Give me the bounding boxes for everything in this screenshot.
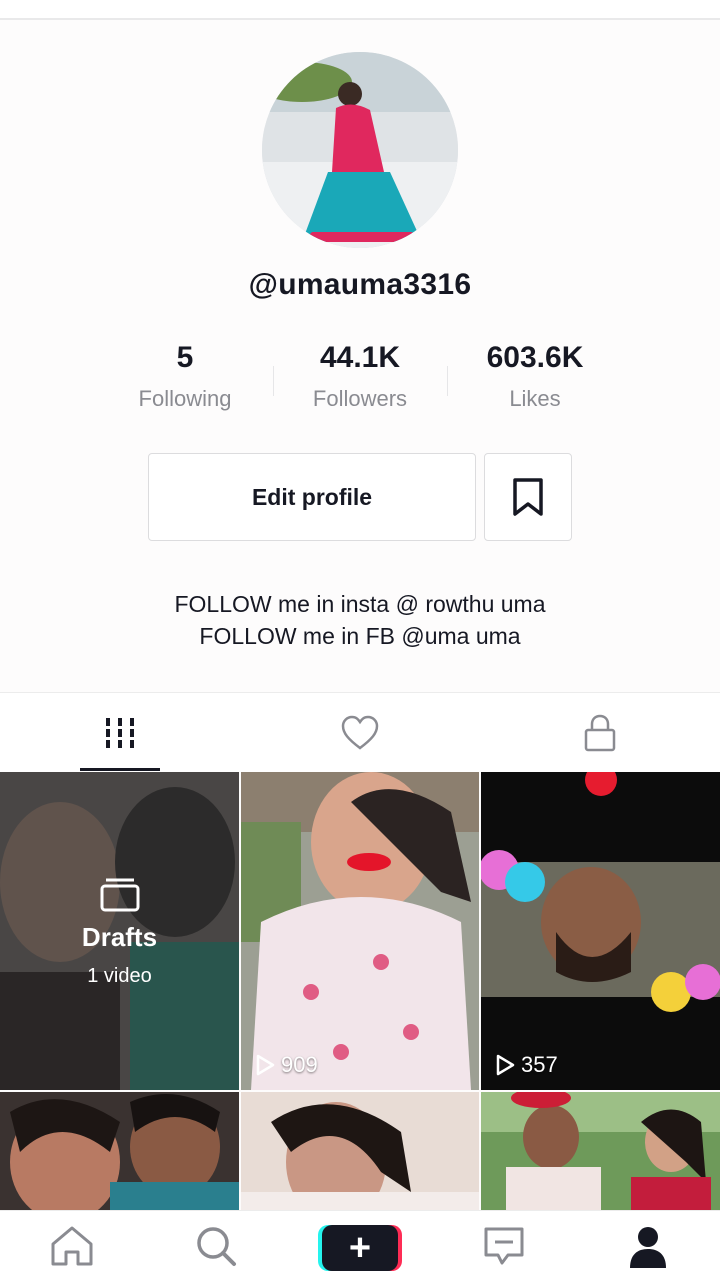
tab-private[interactable] — [480, 693, 720, 773]
nav-discover[interactable] — [144, 1211, 288, 1280]
drafts-icon — [100, 878, 139, 912]
stat-value: 603.6K — [486, 341, 584, 374]
stat-followers[interactable]: 44.1K Followers — [275, 338, 445, 412]
bio-line: FOLLOW me in insta @ rowthu uma — [174, 591, 546, 617]
nav-create[interactable]: + — [288, 1211, 432, 1280]
video-tile[interactable] — [241, 1092, 479, 1212]
profile-tabs — [0, 692, 720, 772]
tab-liked[interactable] — [240, 693, 480, 773]
video-thumbnail — [241, 1092, 479, 1212]
video-tile[interactable] — [481, 1092, 720, 1212]
drafts-tile[interactable]: Drafts 1 video — [0, 772, 239, 1090]
profile-stats: 5 Following 44.1K Followers 603.6K Likes — [100, 338, 620, 418]
bio-line: FOLLOW me in FB @uma uma — [199, 623, 521, 649]
heart-icon — [341, 715, 379, 750]
inbox-icon — [484, 1227, 524, 1265]
grid-icon — [104, 718, 136, 748]
search-icon — [197, 1227, 236, 1266]
view-count-value: 357 — [521, 1052, 558, 1077]
top-status-strip — [0, 0, 720, 20]
bookmark-icon — [513, 478, 543, 516]
profile-bio: FOLLOW me in insta @ rowthu uma FOLLOW m… — [0, 588, 720, 652]
profile-username: @umauma3316 — [248, 268, 472, 301]
stat-value: 5 — [176, 341, 194, 374]
tab-videos[interactable] — [0, 693, 240, 773]
drafts-count: 1 video — [87, 965, 152, 987]
active-tab-indicator — [80, 768, 160, 771]
stat-label: Following — [138, 386, 232, 411]
home-icon — [51, 1226, 93, 1266]
video-tile[interactable] — [0, 1092, 239, 1212]
profile-avatar[interactable] — [262, 52, 458, 248]
stat-label: Followers — [312, 386, 408, 411]
profile-icon — [630, 1227, 666, 1268]
nav-profile[interactable] — [576, 1211, 720, 1280]
video-tile[interactable]: 909 — [241, 772, 479, 1090]
nav-inbox[interactable] — [432, 1211, 576, 1280]
bottom-navigation: + — [0, 1210, 720, 1280]
play-icon — [496, 1054, 515, 1076]
video-thumbnail — [0, 1092, 239, 1212]
video-thumbnail — [241, 772, 479, 1090]
favorites-button[interactable] — [484, 453, 572, 541]
stat-value: 44.1K — [319, 341, 401, 374]
video-grid: Drafts 1 video 909 357 — [0, 772, 720, 1212]
drafts-overlay: Drafts 1 video — [0, 772, 239, 1090]
stat-label: Likes — [509, 386, 561, 411]
view-count: 357 — [495, 1052, 558, 1078]
lock-icon — [584, 714, 616, 752]
nav-home[interactable] — [0, 1211, 144, 1280]
create-button[interactable]: + — [318, 1221, 402, 1271]
stat-likes[interactable]: 603.6K Likes — [450, 338, 620, 412]
avatar-photo — [262, 52, 458, 248]
video-thumbnail — [481, 1092, 720, 1212]
edit-profile-button[interactable]: Edit profile — [148, 453, 476, 541]
plus-icon: + — [322, 1225, 398, 1271]
view-count: 909 — [255, 1052, 318, 1078]
view-count-value: 909 — [281, 1052, 318, 1077]
video-tile[interactable]: 357 — [481, 772, 720, 1090]
video-thumbnail — [481, 772, 720, 1090]
play-icon — [256, 1054, 275, 1076]
stat-divider — [447, 366, 448, 396]
drafts-title: Drafts — [81, 922, 158, 952]
stat-divider — [273, 366, 274, 396]
stat-following[interactable]: 5 Following — [100, 338, 270, 412]
